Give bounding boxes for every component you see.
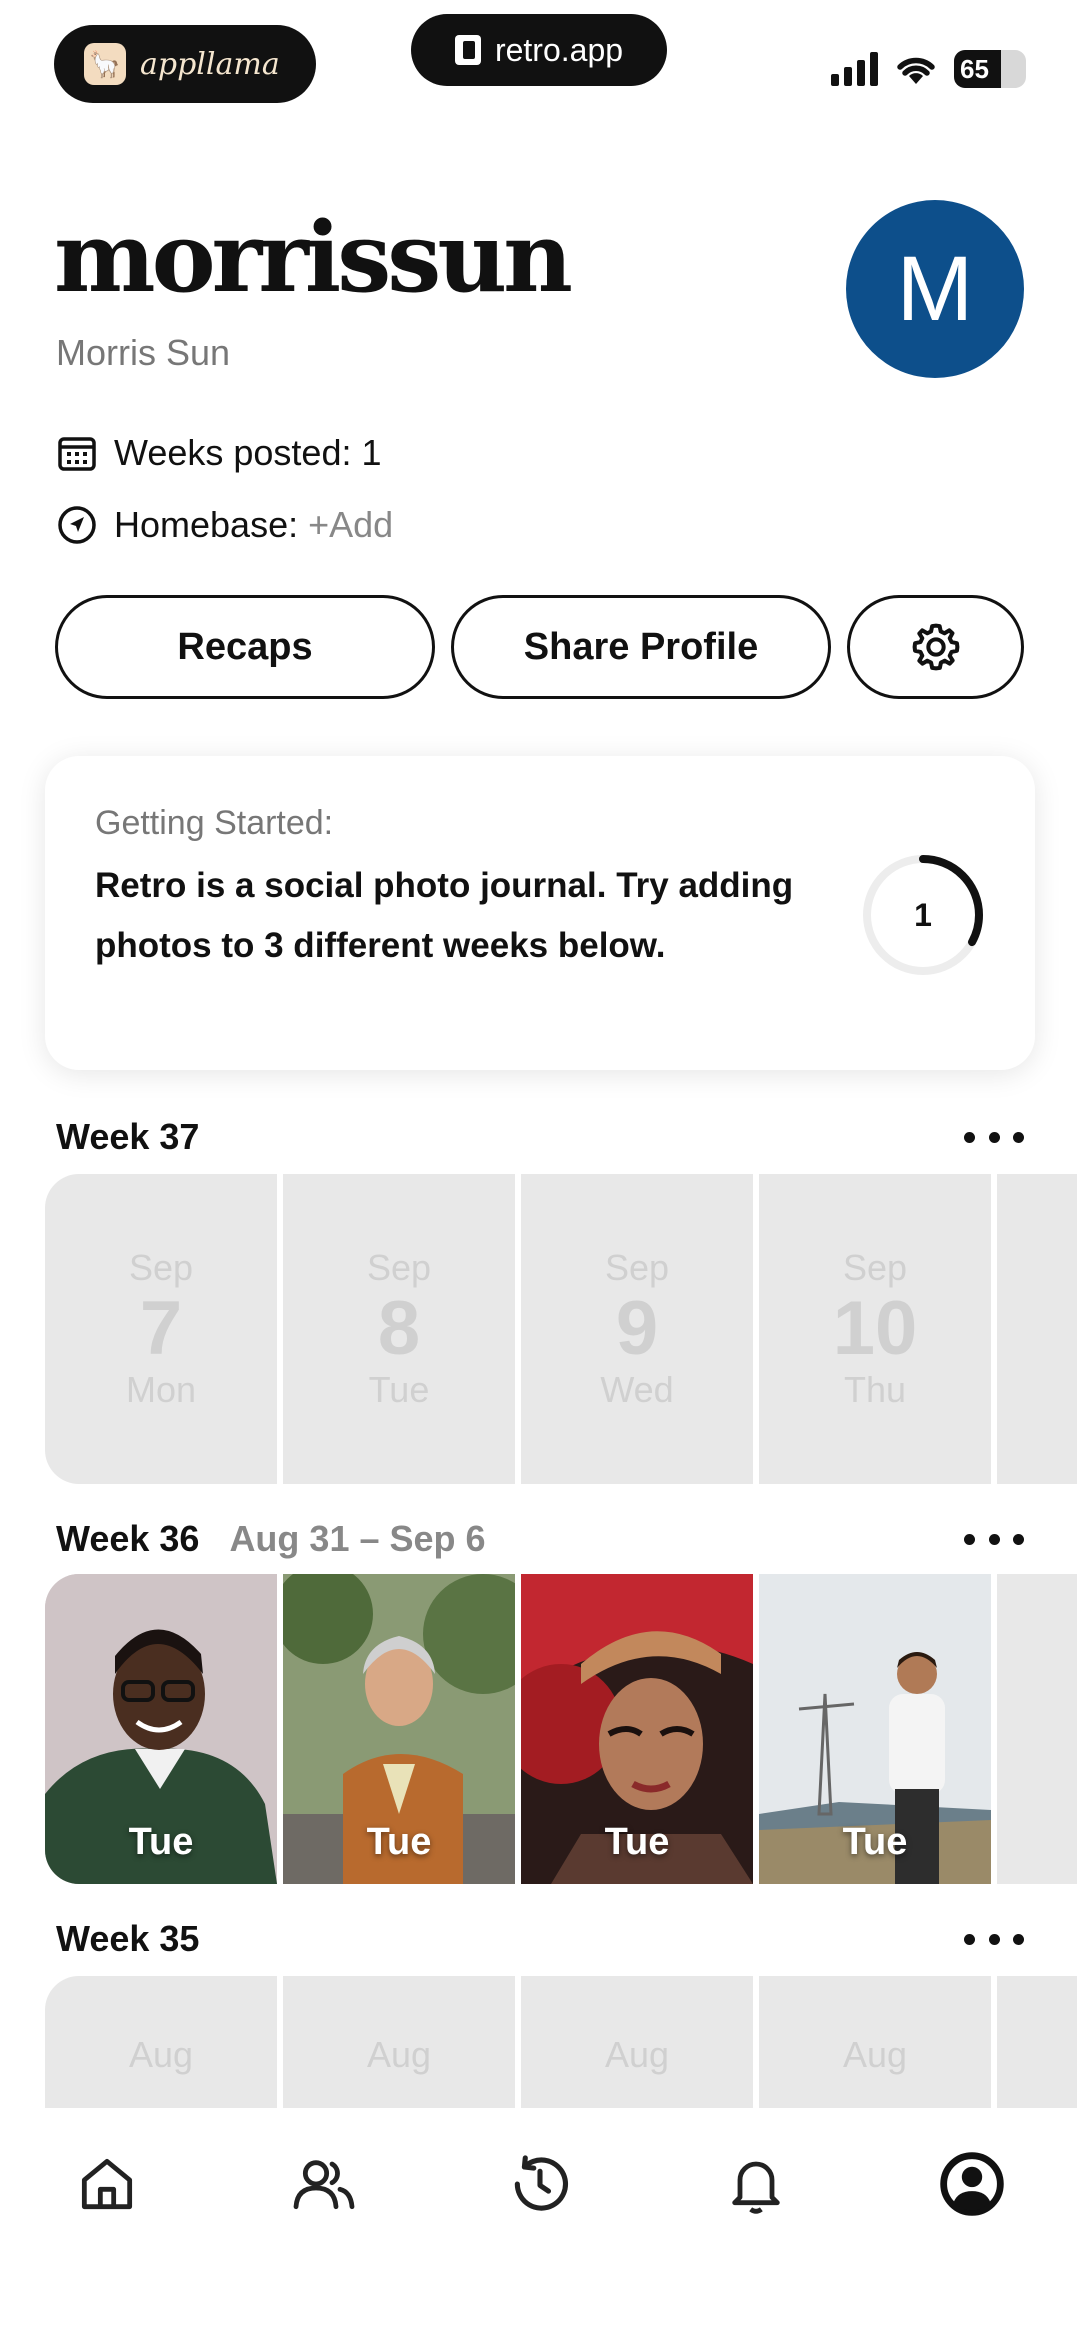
tab-home[interactable] bbox=[69, 2146, 145, 2222]
day-month: Sep bbox=[842, 1247, 908, 1289]
week-photo-strip[interactable]: Tue Tue Tue Tue bbox=[45, 1574, 1080, 1884]
avatar-initial: M bbox=[896, 237, 974, 340]
day-weekday: Thu bbox=[843, 1368, 907, 1410]
profile-icon bbox=[940, 2152, 1004, 2216]
appllama-label: appllama bbox=[140, 46, 280, 82]
tab-bar bbox=[0, 2108, 1080, 2336]
url-label: retro.app bbox=[494, 31, 624, 68]
day-month: Aug bbox=[842, 2034, 908, 2075]
photo-tile[interactable]: Tue bbox=[759, 1574, 991, 1884]
url-pill[interactable]: retro.app bbox=[411, 14, 667, 86]
day-number: 7 bbox=[139, 1286, 183, 1372]
photo-tile[interactable]: Tue bbox=[45, 1574, 277, 1884]
day-weekday: Wed bbox=[600, 1368, 674, 1410]
calendar-icon bbox=[56, 432, 98, 474]
profile-full-name: Morris Sun bbox=[56, 332, 231, 373]
profile-username: morrissun bbox=[54, 201, 573, 314]
recaps-button[interactable]: Recaps bbox=[55, 595, 435, 699]
day-month: Aug bbox=[604, 2034, 670, 2075]
wifi-icon bbox=[897, 57, 935, 84]
photo-weekday: Tue bbox=[604, 1821, 670, 1863]
day-month: Sep bbox=[604, 1247, 670, 1289]
history-icon bbox=[514, 2155, 569, 2211]
week-label: Week 36 bbox=[56, 1518, 200, 1559]
day-tile[interactable]: Sep 7 Mon bbox=[45, 1174, 277, 1484]
photo-tile[interactable]: Tue bbox=[283, 1574, 515, 1884]
day-tile[interactable] bbox=[997, 1574, 1077, 1884]
gear-icon bbox=[912, 623, 959, 671]
weeks-posted-text: Weeks posted: 1 bbox=[114, 432, 382, 473]
home-icon bbox=[81, 2158, 133, 2210]
getting-started-body: Retro is a social photo journal. Try add… bbox=[95, 866, 794, 965]
battery-icon: 65 bbox=[954, 50, 1026, 88]
week-day-strip[interactable]: Sep 7 Mon Sep 8 Tue Sep 9 Wed Sep 10 Thu bbox=[45, 1174, 1080, 1484]
homebase-label: Homebase: bbox=[114, 504, 299, 545]
retro-logo-icon bbox=[454, 35, 481, 65]
day-tile[interactable] bbox=[997, 1174, 1077, 1484]
photo-weekday: Tue bbox=[366, 1821, 432, 1863]
week-header: Week 35 bbox=[56, 1914, 199, 1964]
week-label: Week 35 bbox=[56, 1918, 200, 1959]
week-header: Week 37 bbox=[56, 1112, 199, 1162]
week-more-button[interactable] bbox=[964, 1929, 1024, 1949]
weeks-posted-row: Weeks posted: 1 bbox=[56, 432, 382, 474]
day-weekday: Tue bbox=[368, 1368, 430, 1410]
location-arrow-icon bbox=[56, 504, 98, 546]
day-month: Sep bbox=[366, 1247, 432, 1289]
avatar[interactable]: M bbox=[846, 200, 1024, 378]
week-more-button[interactable] bbox=[964, 1529, 1024, 1549]
photo-weekday: Tue bbox=[128, 1821, 194, 1863]
tab-history[interactable] bbox=[502, 2146, 578, 2222]
tab-friends[interactable] bbox=[286, 2146, 362, 2222]
homebase-add-link[interactable]: +Add bbox=[308, 504, 393, 546]
getting-started-title: Getting Started: bbox=[95, 804, 334, 842]
bell-icon bbox=[732, 2161, 780, 2214]
day-number: 10 bbox=[832, 1286, 918, 1372]
day-number: 8 bbox=[377, 1286, 421, 1372]
getting-started-card[interactable]: Getting Started: Retro is a social photo… bbox=[45, 756, 1035, 1070]
llama-icon: 🦙 bbox=[84, 43, 126, 85]
photo-weekday: Tue bbox=[842, 1821, 908, 1863]
appllama-pill[interactable]: 🦙 appllama bbox=[54, 25, 316, 103]
day-month: Sep bbox=[128, 1247, 194, 1289]
week-date-range: Aug 31 – Sep 6 bbox=[229, 1518, 486, 1559]
day-tile[interactable]: Sep 8 Tue bbox=[283, 1174, 515, 1484]
day-month: Aug bbox=[128, 2034, 194, 2075]
system-status: 65 bbox=[831, 50, 1026, 88]
week-label: Week 37 bbox=[56, 1116, 200, 1157]
tab-notifications[interactable] bbox=[718, 2146, 794, 2222]
week-header: Week 36 Aug 31 – Sep 6 bbox=[56, 1514, 486, 1564]
settings-button[interactable] bbox=[847, 595, 1024, 699]
week-more-button[interactable] bbox=[964, 1127, 1024, 1147]
battery-level: 65 bbox=[960, 53, 989, 84]
day-weekday: Mon bbox=[125, 1368, 197, 1410]
photo-tile[interactable]: Tue bbox=[521, 1574, 753, 1884]
day-tile[interactable]: Sep 10 Thu bbox=[759, 1174, 991, 1484]
friends-icon bbox=[293, 2160, 355, 2210]
day-number: 9 bbox=[615, 1286, 659, 1372]
progress-count: 1 bbox=[914, 896, 932, 933]
homebase-row: Homebase: +Add bbox=[56, 504, 393, 546]
tab-profile[interactable] bbox=[934, 2146, 1010, 2222]
cellular-signal-icon bbox=[831, 52, 878, 86]
day-month: Aug bbox=[366, 2034, 432, 2075]
day-tile[interactable]: Sep 9 Wed bbox=[521, 1174, 753, 1484]
share-profile-button[interactable]: Share Profile bbox=[451, 595, 831, 699]
